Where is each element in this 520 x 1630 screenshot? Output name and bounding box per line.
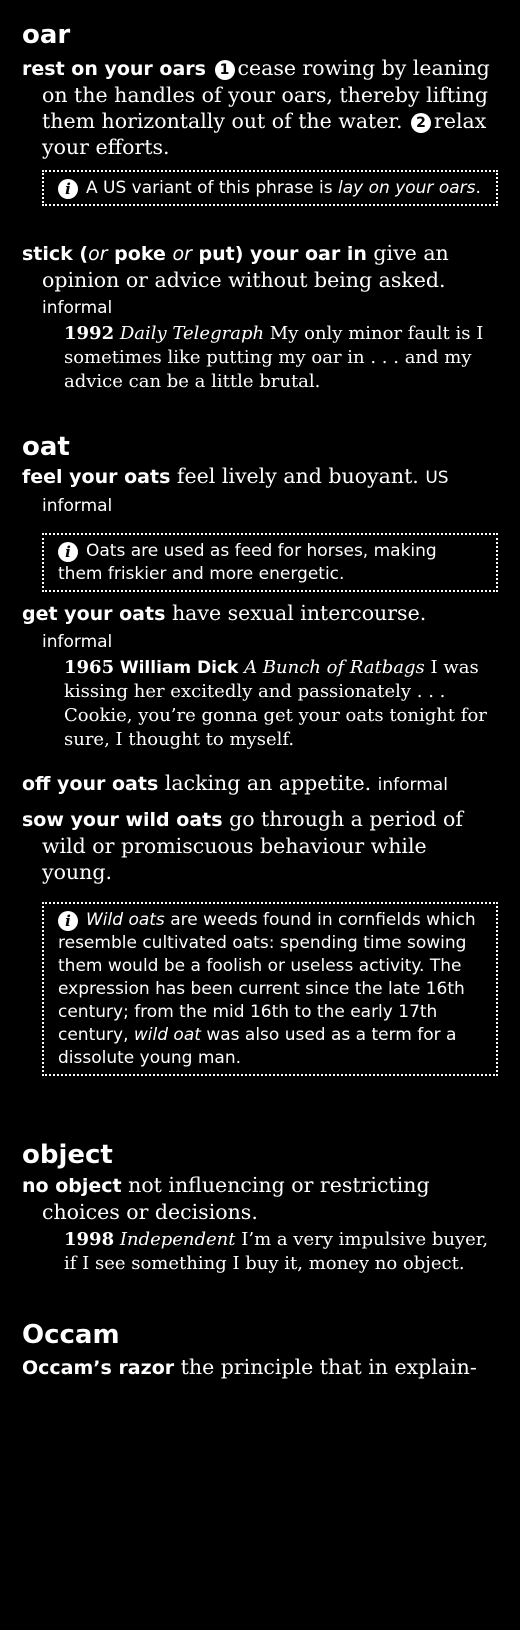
phrase: rest on your oars <box>22 58 206 80</box>
entry-get-your-oats: get your oats have sexual intercourse. i… <box>22 600 498 655</box>
note-box: i Wild oats are weeds found in cornfields… <box>42 902 498 1076</box>
phrase: no object <box>22 1175 122 1197</box>
headword-object: object <box>22 1140 113 1170</box>
phrase: stick (or poke or put) your oar in <box>22 243 367 265</box>
section-oar: oar <box>22 20 498 50</box>
quote-source: A Bunch of Ratbags <box>244 657 425 678</box>
entry-rest-on-your-oars: rest on your oars 1 cease rowing by leani… <box>22 55 498 160</box>
usage-label: informal <box>377 775 448 795</box>
phrase: sow your wild oats <box>22 809 223 831</box>
note-box: i Oats are used as feed for horses, makin… <box>42 533 498 592</box>
entry-off-your-oats: off your oats lacking an appetite. infor… <box>22 770 498 798</box>
usage-label: informal <box>42 632 113 652</box>
phrase: Occam’s razor <box>22 1357 175 1379</box>
entry-feel-your-oats: feel your oats feel lively and buoyant. … <box>22 463 498 519</box>
quote-year: 1992 <box>64 323 115 344</box>
sense-number-2-icon: 2 <box>411 113 432 133</box>
usage-label: informal <box>42 298 113 318</box>
definition: the principle that in explain- <box>180 1355 477 1379</box>
definition: lacking an appetite. <box>164 771 372 795</box>
phrase: off your oats <box>22 773 159 795</box>
quote-year: 1965 <box>64 657 115 678</box>
quote-source: Independent <box>119 1229 236 1250</box>
dictionary-page: oar rest on your oars 1 cease rowing by l… <box>0 0 520 1630</box>
section-oat: oat <box>22 432 498 462</box>
info-icon: i <box>58 542 78 562</box>
headword-oar: oar <box>22 20 71 50</box>
entry-sow-your-wild-oats: sow your wild oats go through a period o… <box>22 806 498 885</box>
phrase: get your oats <box>22 603 166 625</box>
entry-no-object: no object not influencing or restricting… <box>22 1172 498 1225</box>
info-icon: i <box>58 179 78 199</box>
definition: feel lively and buoyant. <box>176 464 419 488</box>
quotation: 1992 Daily Telegraph My only minor fault… <box>64 322 498 394</box>
definition: have sexual intercourse. <box>171 601 427 625</box>
info-icon: i <box>58 911 78 931</box>
section-occam: Occam <box>22 1320 498 1350</box>
section-object: object <box>22 1140 498 1170</box>
quote-year: 1998 <box>64 1229 115 1250</box>
quotation: 1998 Independent I’m a very impulsive bu… <box>64 1228 498 1276</box>
quotation: 1965 William Dick A Bunch of Ratbags I w… <box>64 656 498 752</box>
quote-author: William Dick <box>119 658 239 678</box>
headword-occam: Occam <box>22 1320 120 1350</box>
phrase: feel your oats <box>22 466 171 488</box>
note-box: iA US variant of this phrase is lay on y… <box>42 170 498 206</box>
sense-number-1-icon: 1 <box>214 60 235 80</box>
entry-stick-your-oar-in: stick (or poke or put) your oar in give … <box>22 240 498 321</box>
quote-source: Daily Telegraph <box>119 323 265 344</box>
headword-oat: oat <box>22 432 70 462</box>
entry-occams-razor: Occam’s razor the principle that in expl… <box>22 1354 498 1381</box>
